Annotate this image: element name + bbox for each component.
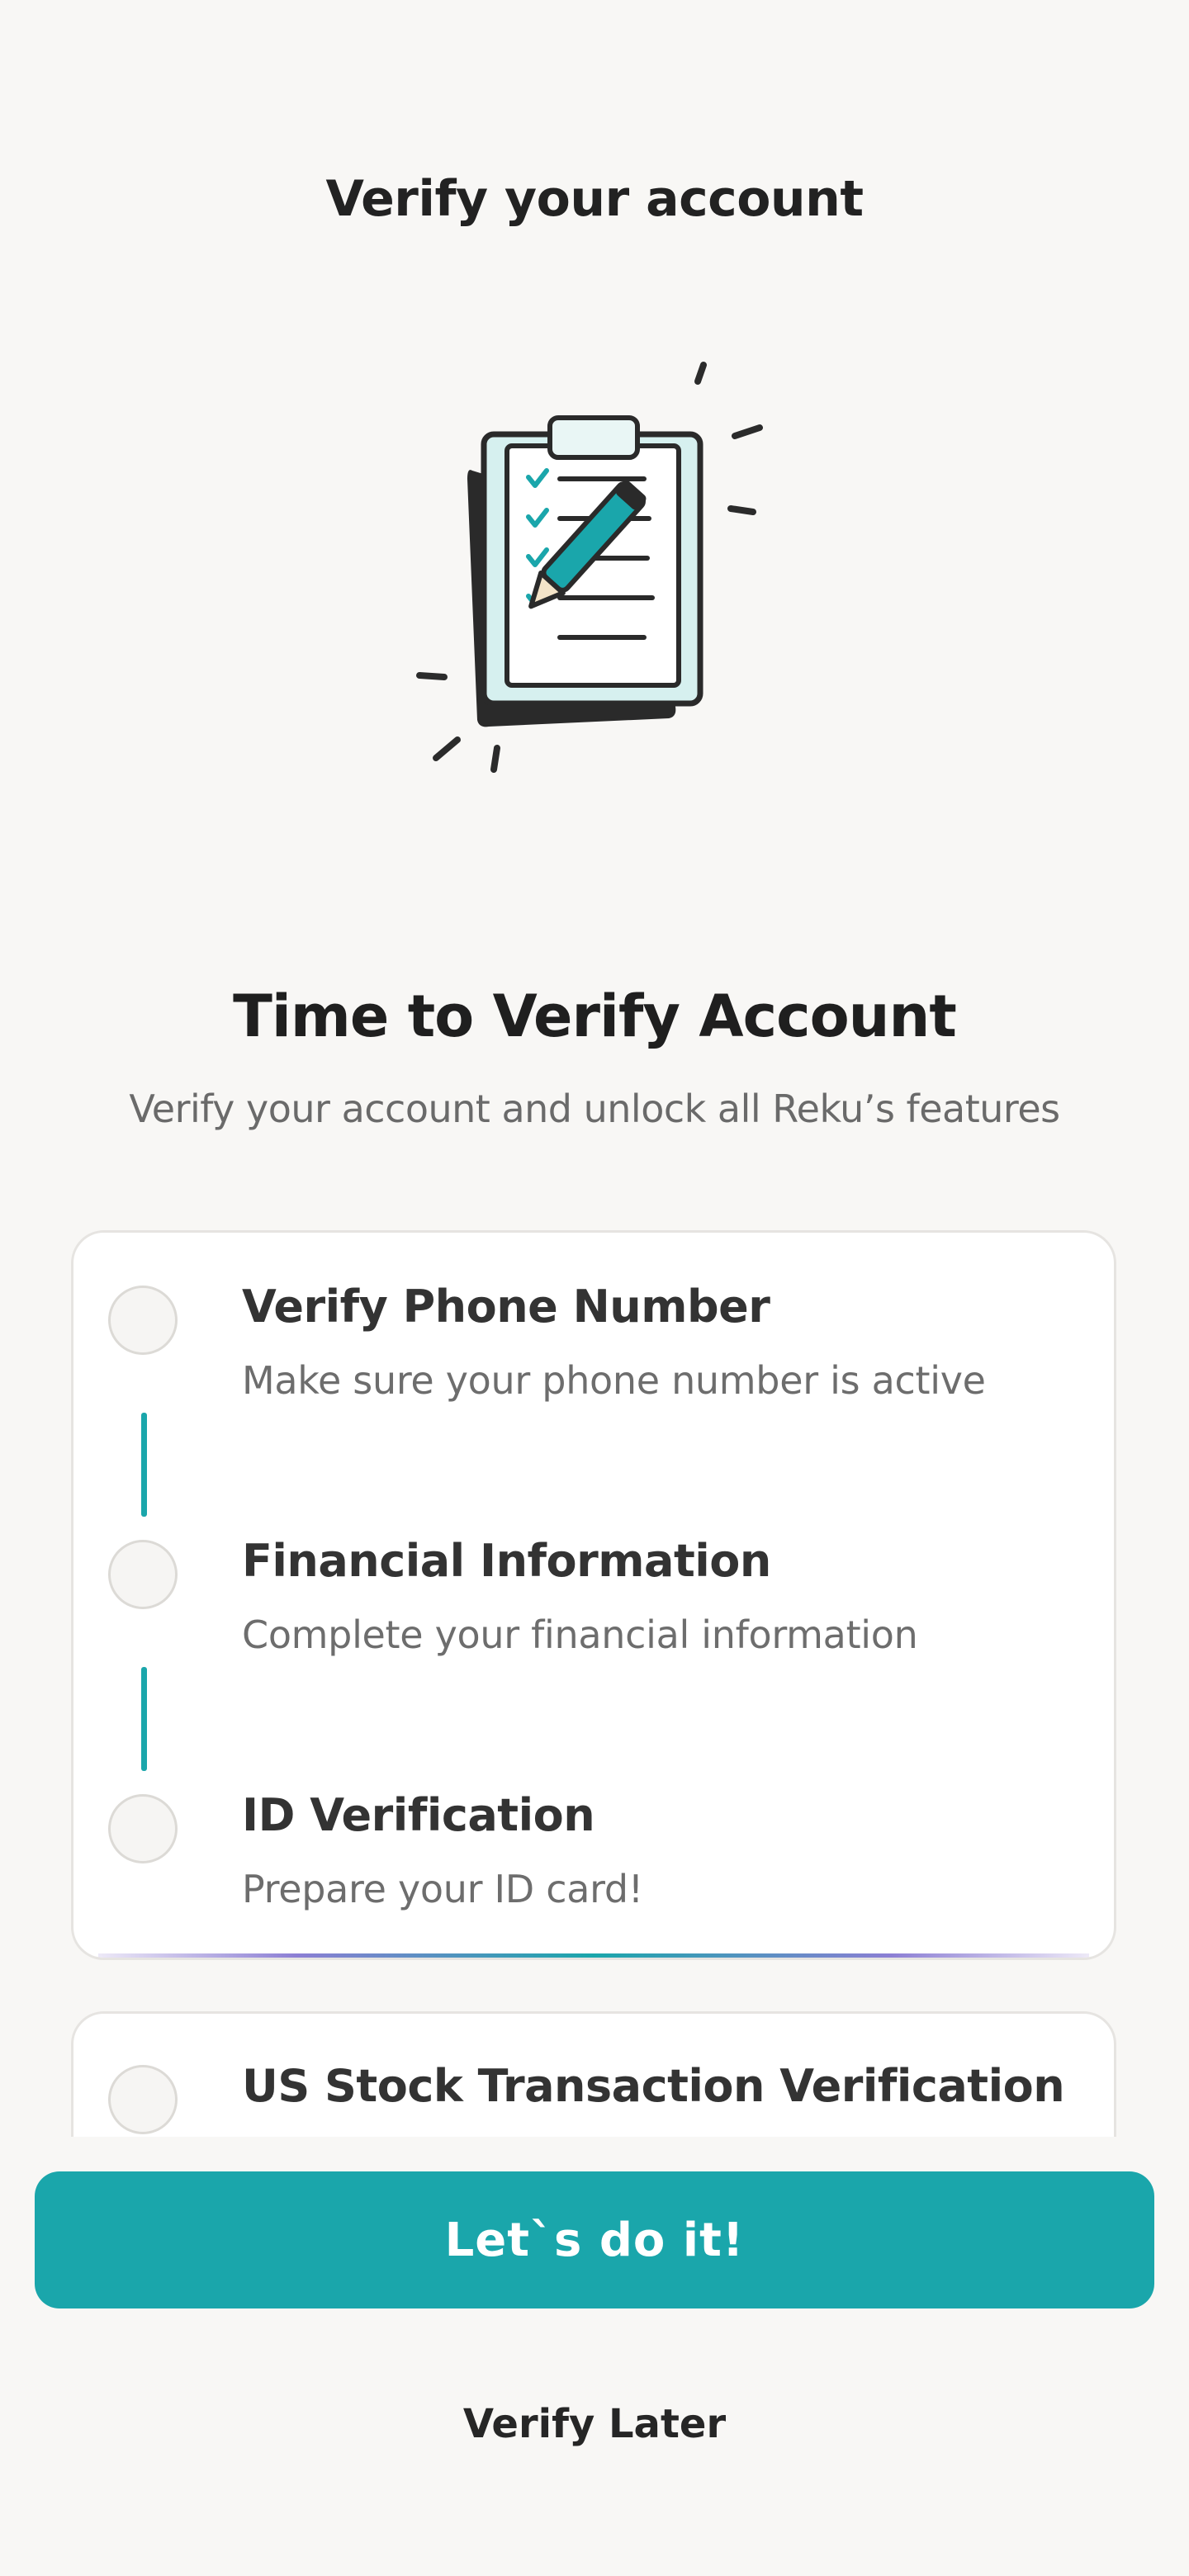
verify-later-link[interactable]: Verify Later: [0, 2401, 1189, 2447]
step-title: ID Verification: [242, 1789, 595, 1841]
step-financial-information: Financial Information Complete your fina…: [73, 1487, 1114, 1657]
step-verify-phone: Verify Phone Number Make sure your phone…: [73, 1233, 1114, 1403]
step-title: US Stock Transaction Verification: [242, 2060, 1065, 2112]
step-description: Complete your financial information: [242, 1612, 918, 1657]
lets-do-it-button[interactable]: Let`s do it!: [35, 2171, 1154, 2308]
scroll-content[interactable]: Verify Phone Number Make sure your phone…: [0, 0, 1189, 2137]
step-status-circle: [108, 2065, 178, 2134]
step-status-circle: [108, 1540, 178, 1609]
step-description: Prepare your ID card!: [242, 1867, 643, 1911]
step-us-stock-verification: US Stock Transaction Verification: [73, 2014, 1114, 2137]
verification-steps-card: Verify Phone Number Make sure your phone…: [71, 1230, 1116, 1960]
card-accent-line: [98, 1953, 1089, 1958]
step-title: Verify Phone Number: [242, 1281, 770, 1333]
step-status-circle: [108, 1794, 178, 1863]
step-description: Make sure your phone number is active: [242, 1358, 986, 1403]
us-stock-verification-card: US Stock Transaction Verification: [71, 2011, 1116, 2137]
step-id-verification: ID Verification Prepare your ID card!: [73, 1741, 1114, 1911]
step-title: Financial Information: [242, 1535, 771, 1587]
step-status-circle: [108, 1286, 178, 1355]
